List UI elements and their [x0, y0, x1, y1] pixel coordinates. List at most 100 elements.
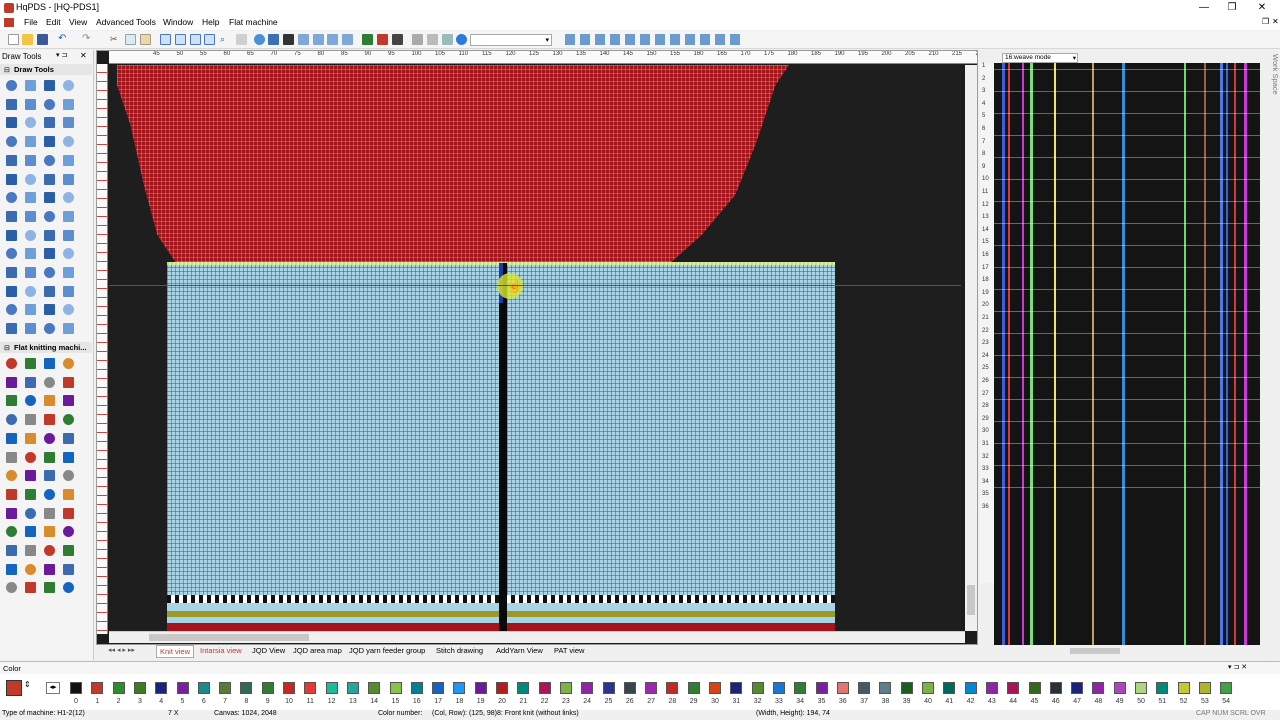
color-swatch[interactable] [922, 682, 934, 694]
menu-view[interactable]: View [69, 17, 87, 27]
draw-tool-icon[interactable] [25, 488, 36, 500]
color-swatch[interactable] [645, 682, 658, 694]
draw-tool-icon[interactable] [63, 117, 74, 129]
draw-tool-icon[interactable] [25, 376, 36, 388]
draw-tool-icon[interactable] [25, 304, 36, 316]
color-swatch[interactable] [453, 682, 466, 694]
tool-e-icon[interactable] [313, 34, 324, 45]
draw-tool-icon[interactable] [44, 323, 55, 335]
draw-tool-icon[interactable] [6, 451, 17, 463]
draw-tool-icon[interactable] [44, 117, 55, 129]
draw-tool-icon[interactable] [63, 173, 74, 185]
collapse-icon[interactable]: ⊟ [4, 66, 10, 74]
draw-tool-icon[interactable] [6, 563, 17, 575]
tab-nav-arrows-icon[interactable]: ◂◂ ◂ ▸ ▸▸ [108, 646, 135, 654]
color-swatch[interactable] [240, 682, 253, 694]
color-swatch[interactable] [155, 682, 168, 694]
draw-tool-icon[interactable] [63, 358, 74, 369]
open-folder-icon[interactable] [22, 34, 33, 45]
color-swatch[interactable] [879, 682, 892, 694]
draw-tool-icon[interactable] [44, 285, 55, 297]
globe-icon[interactable] [456, 34, 467, 45]
menu-file[interactable]: File [24, 17, 38, 27]
draw-tool-icon[interactable] [25, 563, 36, 575]
knit-canvas-area[interactable]: 45 50 55 60 65 70 75 80 85 90 95 100 105 110 115 120 125… [96, 50, 978, 645]
draw-tool-icon[interactable] [44, 98, 55, 110]
draw-tool-icon[interactable] [44, 267, 55, 278]
draw-tool-icon[interactable] [63, 376, 74, 388]
maximize-button[interactable]: ❐ [1218, 1, 1246, 15]
vertical-scrollbar[interactable] [965, 65, 977, 631]
color-swatch[interactable] [538, 682, 551, 694]
draw-tool-icon[interactable] [63, 526, 74, 538]
color-swatch[interactable] [197, 682, 210, 694]
right-hscrollbar[interactable] [994, 646, 1260, 656]
color-swatch[interactable] [772, 682, 785, 694]
color-swatch[interactable] [1007, 682, 1020, 694]
draw-tool-icon[interactable] [25, 229, 36, 241]
yarn-stripes-view[interactable] [994, 63, 1260, 645]
draw-tool-icon[interactable] [63, 488, 74, 500]
tool-k-icon[interactable] [412, 34, 423, 45]
tool-b-icon[interactable] [268, 34, 279, 45]
knit-grid[interactable]: ☝ [109, 65, 961, 631]
toolbar-combo[interactable]: ▾ [470, 34, 552, 46]
draw-tool-icon[interactable] [63, 323, 74, 335]
draw-tool-icon[interactable] [6, 136, 17, 148]
draw-tool-icon[interactable] [44, 488, 55, 500]
draw-tool-icon[interactable] [63, 451, 74, 463]
minimize-button[interactable]: — [1190, 1, 1218, 15]
color-swatch[interactable] [687, 682, 700, 694]
new-file-icon[interactable] [8, 34, 19, 45]
color-swatch[interactable] [389, 682, 402, 694]
color-swatch[interactable] [1092, 682, 1105, 694]
tool-f-icon[interactable] [327, 34, 338, 45]
weave-mode-select[interactable]: 16:weave mode ▾ [1002, 53, 1078, 63]
draw-tool-icon[interactable] [25, 210, 36, 222]
draw-tool-icon[interactable] [63, 267, 74, 278]
menu-help[interactable]: Help [202, 17, 219, 27]
draw-tool-icon[interactable] [44, 154, 55, 166]
draw-tool-icon[interactable] [44, 376, 55, 388]
draw-tool-icon[interactable] [6, 395, 17, 407]
draw-tool-icon[interactable] [63, 192, 74, 204]
collapse-icon[interactable]: ⊟ [4, 344, 10, 352]
color-swatch[interactable] [751, 682, 764, 694]
draw-tool-icon[interactable] [25, 117, 36, 129]
draw-tool-icon[interactable] [6, 414, 17, 426]
draw-tool-icon[interactable] [25, 192, 36, 204]
draw-tool-icon[interactable] [44, 507, 55, 519]
draw-tool-icon[interactable] [25, 98, 36, 110]
paste-icon[interactable] [140, 34, 151, 45]
draw-tool-icon[interactable] [25, 582, 36, 594]
draw-tool-icon[interactable] [25, 507, 36, 519]
tool-h-icon[interactable] [362, 34, 373, 45]
draw-tool-icon[interactable] [6, 192, 17, 204]
color-swatch[interactable] [623, 682, 636, 694]
draw-tool-icon[interactable] [25, 173, 36, 185]
color-swatch[interactable] [1071, 682, 1084, 694]
color-swatch[interactable] [261, 682, 274, 694]
draw-tool-icon[interactable] [63, 229, 74, 241]
color-swatch[interactable] [709, 682, 721, 694]
color-swatch[interactable] [1198, 682, 1211, 694]
draw-tool-icon[interactable] [63, 285, 74, 297]
draw-tool-icon[interactable] [44, 432, 55, 444]
color-swatch[interactable] [1113, 682, 1126, 694]
horizontal-scrollbar[interactable] [109, 631, 965, 643]
draw-tool-icon[interactable] [25, 414, 36, 426]
draw-tool-icon[interactable] [6, 432, 17, 444]
draw-tool-icon[interactable] [63, 432, 74, 444]
draw-tool-icon[interactable] [6, 229, 17, 241]
draw-tool-icon[interactable] [63, 210, 74, 222]
tool-i-icon[interactable] [377, 34, 388, 45]
draw-tool-icon[interactable] [6, 323, 17, 335]
color-swatch[interactable] [964, 682, 977, 694]
color-swatch[interactable] [432, 682, 445, 694]
workspace-tab[interactable]: Work Space [1266, 50, 1280, 110]
draw-tool-icon[interactable] [6, 304, 17, 316]
close-button[interactable]: ✕ [1248, 1, 1276, 15]
panel-close-icon[interactable]: ✕ [80, 51, 87, 60]
draw-tool-icon[interactable] [44, 451, 55, 463]
red-knit-shape[interactable] [117, 65, 789, 265]
